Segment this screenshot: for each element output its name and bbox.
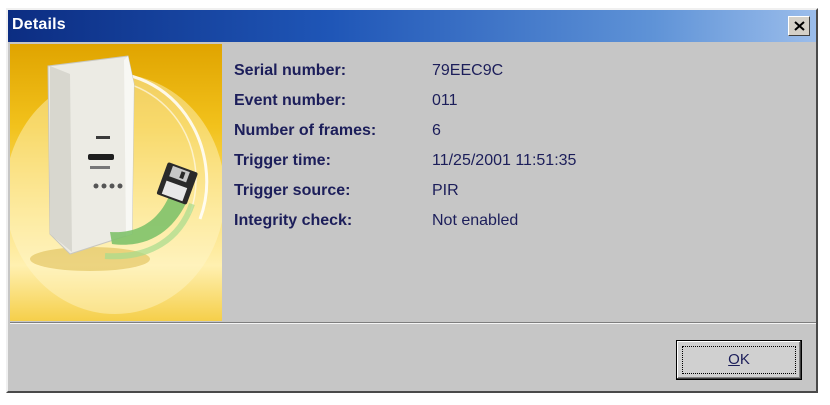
trigger-source-label: Trigger source: [234, 182, 351, 199]
detail-row-serial-number: Serial number: 79EEC9C [232, 62, 792, 92]
number-of-frames-label: Number of frames: [234, 122, 377, 139]
trigger-time-label: Trigger time: [234, 152, 331, 169]
ok-accelerator-letter: O [728, 351, 740, 368]
serial-number-value: 79EEC9C [432, 62, 504, 79]
integrity-check-value: Not enabled [432, 212, 519, 229]
serial-number-label: Serial number: [234, 62, 347, 79]
event-number-label: Event number: [234, 92, 347, 109]
ok-button-label: OK [677, 351, 801, 368]
detail-row-trigger-source: Trigger source: PIR [232, 182, 792, 212]
event-number-value: 011 [432, 92, 458, 109]
trigger-source-value: PIR [432, 182, 459, 199]
detail-row-integrity-check: Integrity check: Not enabled [232, 212, 792, 242]
details-dialog: Details Serial number: 79EEC9C Event num… [6, 8, 818, 393]
trigger-time-value: 11/25/2001 11:51:35 [432, 152, 577, 169]
detail-row-number-of-frames: Number of frames: 6 [232, 122, 792, 152]
ok-label-rest: K [739, 351, 750, 368]
integrity-check-label: Integrity check: [234, 212, 353, 229]
ok-button[interactable]: OK [676, 340, 802, 380]
device-illustration [10, 44, 222, 321]
detail-row-event-number: Event number: 011 [232, 92, 792, 122]
number-of-frames-value: 6 [432, 122, 441, 139]
close-icon [794, 21, 805, 31]
detail-row-trigger-time: Trigger time: 11/25/2001 11:51:35 [232, 152, 792, 182]
footer-separator [10, 322, 816, 324]
details-list: Serial number: 79EEC9C Event number: 011… [232, 62, 792, 242]
title-bar[interactable]: Details [8, 10, 816, 42]
close-button[interactable] [788, 16, 810, 36]
window-title: Details [12, 16, 66, 33]
